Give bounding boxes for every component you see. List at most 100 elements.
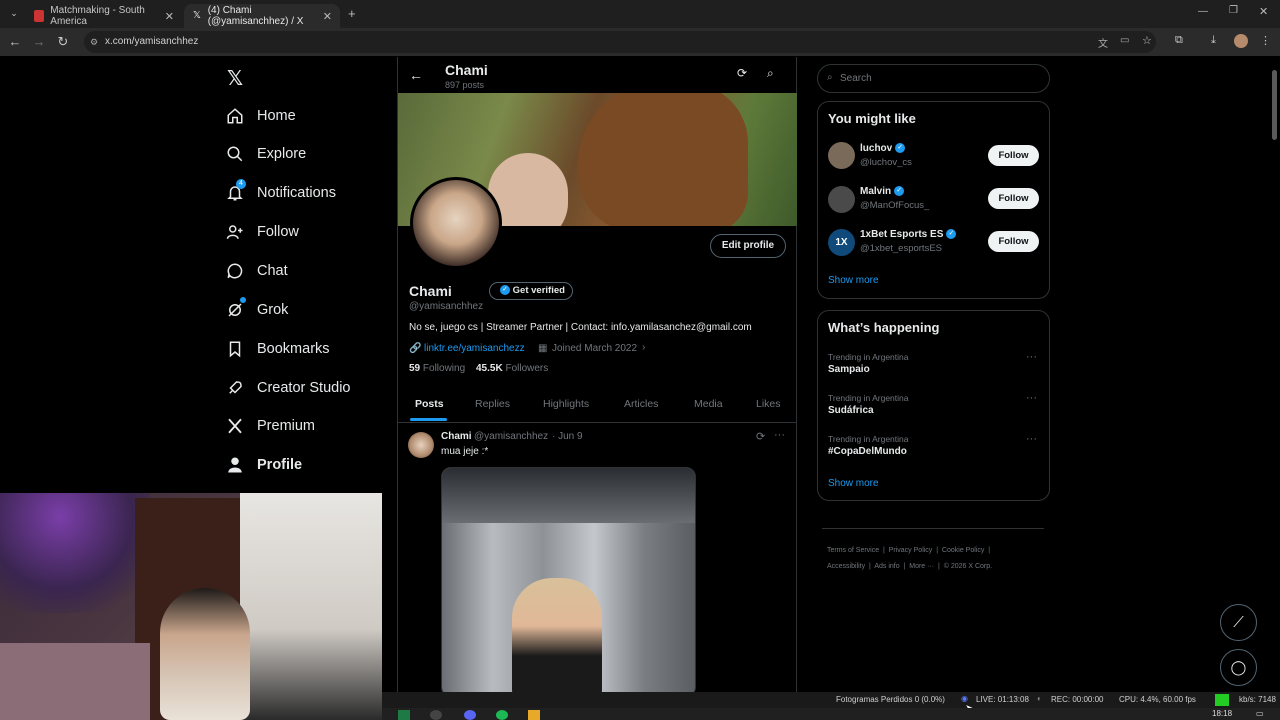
footer-links: Terms of Service | Privacy Policy | Cook… [827,547,993,570]
sidebar-item-explore[interactable]: Explore [226,140,306,168]
restore-icon[interactable]: ❐ [1229,5,1238,16]
tab-replies[interactable]: Replies [475,398,510,410]
trend-topic[interactable]: #CopaDelMundo [828,446,907,457]
webcam-wall-light [0,493,150,613]
post-image[interactable] [441,467,696,697]
post-date[interactable]: · Jun 9 [552,431,583,442]
excel-icon[interactable] [398,710,410,720]
suggestion-avatar[interactable] [828,142,855,169]
spotify-icon[interactable] [496,710,508,720]
verified-badge-icon: ✓ [894,186,905,197]
notifications-tray-icon[interactable]: ▭ [1256,709,1264,718]
app-icon[interactable] [528,710,540,720]
sidebar-item-grok[interactable]: Grok [226,296,288,324]
suggestion-name[interactable]: luchov ✓ [860,143,906,154]
grok-post-icon[interactable]: ⟳ [756,430,765,443]
followers-count[interactable]: 45.5K Followers [476,363,548,374]
get-verified-button[interactable]: ✓ Get verified [489,282,573,300]
verified-badge-icon: ✓ [895,143,906,154]
trend-topic[interactable]: Sudáfrica [828,405,874,416]
post-author-handle[interactable]: @yamisanchhez [474,431,548,442]
sidebar-item-label: Grok [257,302,289,318]
show-more-link[interactable]: Show more [828,275,879,286]
trend-topic[interactable]: Sampaio [828,364,870,375]
x-logo-icon[interactable]: 𝕏 [227,66,243,91]
back-icon[interactable]: ← [7,34,23,50]
obs-icon[interactable] [430,710,442,720]
menu-icon[interactable]: ⋮ [1260,34,1271,47]
suggestion-avatar[interactable] [828,186,855,213]
webcam-overlay [0,493,382,720]
cast-icon[interactable]: ▭ [1120,35,1129,46]
sidebar-item-creator-studio[interactable]: Creator Studio [226,374,351,402]
more-options-icon[interactable]: ··· [1026,392,1037,404]
suggestion-avatar[interactable]: 1X [828,229,855,256]
discord-icon[interactable] [464,710,476,720]
sidebar-item-label: Creator Studio [257,380,351,396]
sidebar-item-notifications[interactable]: 4 Notifications [226,179,336,207]
post-avatar[interactable] [408,432,434,458]
reload-icon[interactable]: ↻ [55,34,71,50]
back-arrow-icon[interactable]: ← [409,67,423,83]
profile-handle: @yamisanchhez [409,301,484,312]
grok-fab-button[interactable]: ⟋ [1220,604,1257,641]
footer-link[interactable]: Ads info [874,563,899,570]
minimize-icon[interactable]: — [1198,6,1208,17]
tab-media[interactable]: Media [694,398,723,410]
webcam-bed [0,643,150,720]
following-count[interactable]: 59 Following [409,363,465,374]
tab-highlights[interactable]: Highlights [543,398,589,410]
bookmark-star-icon[interactable]: ☆ [1142,34,1152,47]
more-options-icon[interactable]: ··· [1026,351,1037,363]
download-icon[interactable]: ⤓ [1211,34,1216,47]
tab-articles[interactable]: Articles [624,398,658,410]
home-icon [227,108,243,124]
forward-icon[interactable]: → [31,34,47,50]
tab-posts[interactable]: Posts [415,398,444,410]
follow-button[interactable]: Follow [988,231,1039,252]
sidebar-item-home[interactable]: Home [226,102,296,130]
sidebar-item-profile[interactable]: Profile [226,451,302,479]
footer-link[interactable]: Privacy Policy [889,547,933,554]
translate-icon[interactable]: 文 [1098,35,1108,50]
post-author-name[interactable]: Chami [441,431,472,442]
suggestion-name[interactable]: 1xBet Esports ES ✓ [860,229,957,240]
profile-joined[interactable]: Joined March 2022 [552,343,637,354]
close-tab-icon[interactable]: ✕ [323,10,332,23]
browser-tab-2[interactable]: 𝕏 (4) Chami (@yamisanchhez) / X ✕ [184,4,340,28]
more-options-icon[interactable]: ··· [774,429,785,441]
browser-tab-1[interactable]: Matchmaking - South America ✕ [26,4,182,28]
sidebar-item-label: Profile [257,457,303,473]
profile-link[interactable]: linktr.ee/yamisanchezz [424,343,525,354]
close-window-icon[interactable]: ✕ [1259,5,1268,18]
tab-search-icon[interactable]: ⌄ [6,5,22,21]
footer-link[interactable]: Terms of Service [827,547,879,554]
rec-status-icon: ◐ [1037,694,1042,703]
tab-likes[interactable]: Likes [756,398,781,410]
avatar[interactable] [1234,34,1248,48]
footer-link[interactable]: Accessibility [827,563,865,570]
footer-link[interactable]: Cookie Policy [942,547,984,554]
new-tab-icon[interactable]: + [348,6,356,21]
close-tab-icon[interactable]: ✕ [165,10,174,23]
extensions-icon[interactable]: ⧉ [1175,34,1183,47]
page-scrollbar[interactable] [1272,70,1277,140]
footer-link[interactable]: More ··· [909,563,934,570]
suggestion-name[interactable]: Malvin ✓ [860,186,905,197]
search-input[interactable]: ⌕ Search [817,64,1050,93]
profile-avatar[interactable] [410,177,502,269]
edit-profile-button[interactable]: Edit profile [710,234,786,258]
url-input[interactable]: ⚙ x.com/yamisanchhez [84,31,1156,53]
search-icon[interactable]: ⌕ [767,66,774,81]
follow-button[interactable]: Follow [988,188,1039,209]
sidebar-item-bookmarks[interactable]: Bookmarks [226,335,330,363]
more-options-icon[interactable]: ··· [1026,433,1037,445]
sidebar-item-follow[interactable]: Follow [226,218,299,246]
sidebar-item-chat[interactable]: Chat [226,257,288,285]
show-more-link[interactable]: Show more [828,478,879,489]
grok-analyze-icon[interactable]: ⟳ [737,66,747,80]
chat-fab-button[interactable]: ◯ [1220,649,1257,686]
follow-button[interactable]: Follow [988,145,1039,166]
sidebar-item-premium[interactable]: Premium [226,412,315,440]
site-info-icon[interactable]: ⚙ [90,31,98,53]
